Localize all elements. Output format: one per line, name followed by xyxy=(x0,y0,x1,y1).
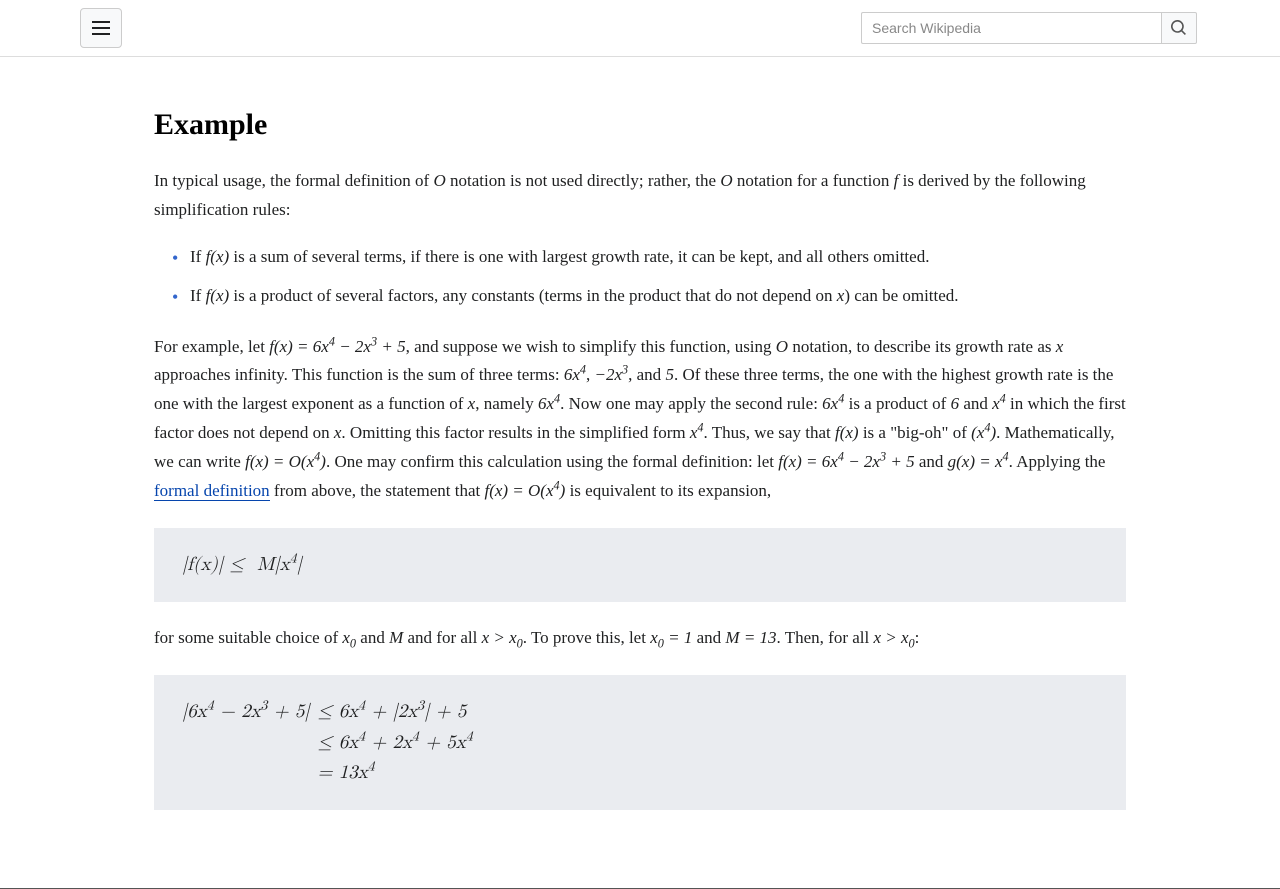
list-item: If f(x) is a sum of several terms, if th… xyxy=(176,243,1126,272)
math-x4: x4 xyxy=(992,394,1006,413)
intro-paragraph: In typical usage, the formal definition … xyxy=(154,167,1126,225)
math-6x4: 6x4 xyxy=(822,394,844,413)
math-x-gt-x0: x > x0 xyxy=(873,628,914,647)
math-O: O xyxy=(433,171,445,190)
math-6x4: 6x4 xyxy=(564,365,586,384)
top-bar xyxy=(0,0,1280,57)
math-6x4: 6x4 xyxy=(538,394,560,413)
article-content: Example In typical usage, the formal def… xyxy=(70,57,1210,872)
proof-setup-paragraph: for some suitable choice of x0 and M and… xyxy=(154,624,1126,653)
example-paragraph: For example, let f(x) = 6x4 − 2x3 + 5, a… xyxy=(154,333,1126,506)
math-fx: f(x) xyxy=(206,286,230,305)
equation-block-2: |6x4 − 2x3 + 5| ≤ 6x4 + |2x3| + 5 ≤ 6x4 … xyxy=(154,675,1126,810)
math-paren-x4: (x4) xyxy=(971,423,996,442)
math-x0: x0 xyxy=(342,628,356,647)
rule-list: If f(x) is a sum of several terms, if th… xyxy=(154,243,1126,311)
formal-definition-link[interactable]: formal definition xyxy=(154,481,270,501)
eq2-lhs: |6x4 − 2x3 + 5| xyxy=(182,697,316,727)
math-fx-full: f(x) = 6x4 − 2x3 + 5 xyxy=(269,337,405,356)
math-x: x xyxy=(1056,337,1064,356)
math-O: O xyxy=(720,171,732,190)
math-fx-eq: f(x) = 6x4 − 2x3 + 5 xyxy=(778,452,914,471)
search-input[interactable] xyxy=(861,12,1161,44)
eq2-r1: ≤ 6x4 + |2x3| + 5 xyxy=(316,697,473,727)
equation-block-1: |f(x)| ≤ M|x4| xyxy=(154,528,1126,602)
math-5: 5 xyxy=(665,365,674,384)
math-fx-Ox4: f(x) = O(x4) xyxy=(245,452,326,471)
math-eq1: |f(x)| ≤ M|x4| xyxy=(182,555,302,574)
search-wrap xyxy=(861,12,1197,44)
eq2-r2: ≤ 6x4 + 2x4 + 5x4 xyxy=(316,728,473,758)
math-M: M xyxy=(389,628,403,647)
eq2-r3: = 13x4 xyxy=(316,758,473,788)
math-O: O xyxy=(776,337,788,356)
math-M-eq13: M = 13 xyxy=(725,628,776,647)
math-n2x3: −2x3 xyxy=(594,365,628,384)
math-x-gt-x0: x > x0 xyxy=(482,628,523,647)
main-menu-button[interactable] xyxy=(80,8,122,48)
math-x4: x4 xyxy=(690,423,704,442)
search-button[interactable] xyxy=(1161,12,1197,44)
search-icon xyxy=(1171,20,1187,36)
math-x0-eq1: x0 = 1 xyxy=(650,628,692,647)
math-fx: f(x) xyxy=(206,247,230,266)
math-6: 6 xyxy=(951,394,960,413)
section-heading: Example xyxy=(154,101,1126,149)
math-fx: f(x) xyxy=(835,423,859,442)
math-gx-eq: g(x) = x4 xyxy=(948,452,1009,471)
list-item: If f(x) is a product of several factors,… xyxy=(176,282,1126,311)
math-fx-Ox4: f(x) = O(x4) xyxy=(484,481,565,500)
